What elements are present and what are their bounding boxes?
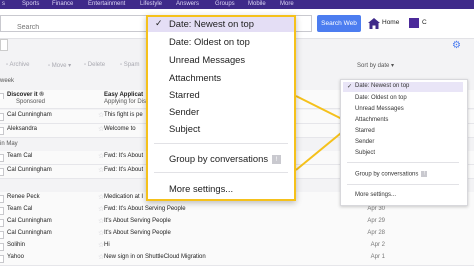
group-conversations-toggle[interactable]: Group by conversations! (355, 171, 428, 178)
divider (347, 184, 459, 185)
sort-option-unread[interactable]: Unread Messages (169, 54, 245, 65)
sort-option[interactable]: Starred (355, 128, 375, 134)
info-icon: ! (421, 171, 428, 177)
group-conversations-toggle[interactable]: Group by conversations! (169, 153, 282, 165)
sort-option[interactable]: Unread Messages (355, 106, 404, 112)
sort-menu-small: ✓ Date: Newest on top Date: Oldest on to… (340, 79, 468, 206)
sort-option[interactable]: Attachments (355, 117, 388, 123)
sort-option[interactable]: Sender (355, 139, 374, 145)
sort-option-sender[interactable]: Sender (169, 106, 199, 117)
sort-option-attachments[interactable]: Attachments (169, 72, 221, 83)
divider (154, 143, 288, 144)
sort-option[interactable]: Date: Newest on top (355, 83, 409, 89)
check-icon: ✓ (155, 18, 163, 28)
sort-option[interactable]: Subject (355, 150, 375, 156)
info-icon: ! (272, 155, 282, 165)
sort-option-newest[interactable]: Date: Newest on top (169, 18, 254, 29)
sort-option-starred[interactable]: Starred (169, 89, 200, 100)
more-settings-link[interactable]: More settings... (169, 183, 233, 194)
sort-menu-enlarged: ✓ Date: Newest on top Date: Oldest on to… (146, 15, 296, 201)
divider (154, 172, 288, 173)
sort-option[interactable]: Date: Oldest on top (355, 95, 407, 101)
more-settings-link[interactable]: More settings... (355, 192, 396, 198)
sort-option-oldest[interactable]: Date: Oldest on top (169, 36, 250, 47)
sort-option-subject[interactable]: Subject (169, 123, 200, 134)
check-icon: ✓ (347, 84, 353, 90)
divider (347, 162, 459, 163)
